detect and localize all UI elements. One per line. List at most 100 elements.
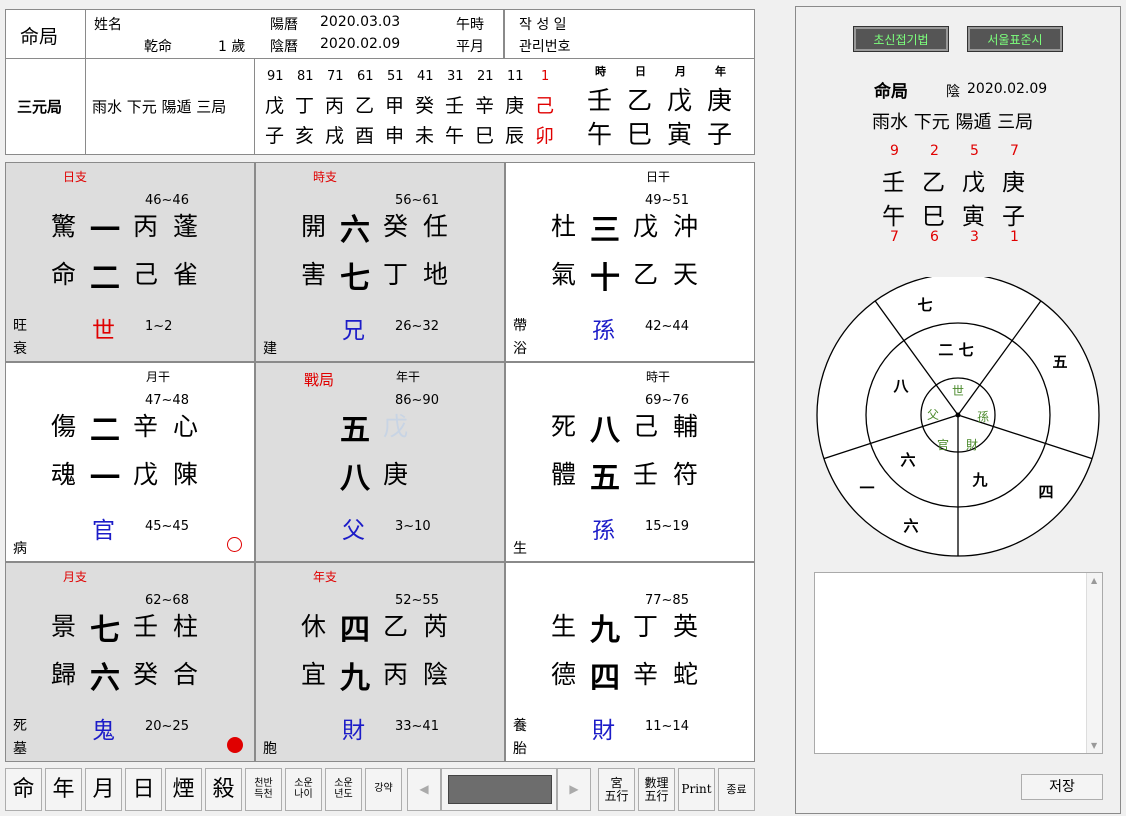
palace-range: 49~51 [645, 193, 689, 208]
palace-state: 帶 [513, 318, 527, 334]
palace-number: 六 [340, 213, 370, 248]
palace-char: 陳 [173, 460, 199, 489]
save-button[interactable]: 저장 [1021, 774, 1103, 800]
toolbar-button[interactable]: 殺 [205, 768, 242, 811]
cycle-number: 21 [477, 69, 494, 84]
panel-top-number: 2 [930, 143, 939, 159]
palace-cell: 日干 49~51 杜三戊沖氣十乙天帶浴 孫 42~44 [505, 162, 755, 362]
palace-char: 己 [133, 260, 159, 289]
toolbar-right-button[interactable]: 數理 五行 [638, 768, 675, 811]
scroll-thumb[interactable] [448, 775, 552, 804]
palace-char: 庚 [383, 460, 409, 489]
panel-lunar-prefix: 陰 [946, 84, 960, 100]
seoul-time-button[interactable]: 서울표준시 [967, 26, 1063, 52]
cycle-branch: 申 [385, 125, 405, 147]
palace-number: 七 [90, 613, 120, 648]
scroll-right-button[interactable]: ▶ [557, 768, 591, 811]
toolbar-small-button[interactable]: 소운 년도 [325, 768, 362, 811]
wheel-inner-text: 世 [952, 384, 964, 398]
palace-number: 七 [340, 261, 370, 296]
palace-char: 景 [51, 612, 77, 641]
cycle-stem: 辛 [475, 95, 495, 117]
wheel-outer-text: 四 [1038, 483, 1053, 501]
cycle-branch: 巳 [475, 125, 495, 147]
memo-textarea[interactable]: ▲ ▼ [814, 572, 1103, 754]
memo-scrollbar[interactable]: ▲ ▼ [1086, 573, 1102, 753]
toolbar-button[interactable]: 日 [125, 768, 162, 811]
palace-tag: 時干 [646, 370, 671, 384]
palace-number: 八 [340, 461, 370, 496]
cycle-branch: 辰 [505, 125, 525, 147]
palace-cell: 月支 62~68 景七壬柱歸六癸合死墓 鬼 20~25 [5, 562, 255, 762]
cycle-stem: 丁 [295, 95, 315, 117]
panel-ju: 雨水 下元 陽遁 三局 [872, 112, 1034, 133]
sanyuan-label: 三元局 [17, 98, 63, 116]
palace-char: 丁 [383, 260, 409, 289]
palace-char: 心 [173, 412, 199, 441]
wheel-mid-text: 八 [892, 377, 909, 395]
cycle-branch: 酉 [355, 125, 375, 147]
meta-box: 작 성 일 관리번호 [504, 9, 755, 59]
palace-range: 46~46 [145, 193, 189, 208]
palace-char: 魂 [51, 460, 77, 489]
wheel-inner-text: 孫 [977, 410, 989, 424]
wheel-mid-text: 二 七 [938, 341, 973, 359]
cycle-branch: 午 [445, 125, 465, 147]
toolbar-button[interactable]: 煙 [165, 768, 202, 811]
pillar-branch: 巳 [627, 120, 653, 149]
age-text: 1 歲 [218, 39, 246, 55]
palace-number: 一 [90, 461, 120, 496]
palace-tag: 月支 [63, 570, 88, 584]
wheel-outer-text: 六 [903, 517, 918, 535]
toolbar-button[interactable]: 命 [5, 768, 42, 811]
palace-warning: 戰局 [304, 371, 335, 389]
lunar-date: 2020.02.09 [320, 36, 401, 52]
toolbar-right-button[interactable]: 宮 五行 [598, 768, 635, 811]
cycle-number: 31 [447, 69, 464, 84]
scroll-left-button[interactable]: ◀ [407, 768, 441, 811]
palace-char: 辛 [633, 660, 659, 689]
pillar-stem: 庚 [707, 86, 733, 115]
palace-range: 77~85 [645, 593, 689, 608]
chosin-button[interactable]: 초신접기법 [853, 26, 949, 52]
toolbar-small-button[interactable]: 강약 [365, 768, 402, 811]
panel-top-number: 7 [1010, 143, 1019, 159]
toolbar-small-button[interactable]: 천반 득천 [245, 768, 282, 811]
sanyuan-value: 雨水 下元 陽遁 三局 [92, 98, 227, 116]
toolbar-small-button[interactable]: 소운 나이 [285, 768, 322, 811]
palace-range: 56~61 [395, 193, 439, 208]
sanyuan-value-box: 雨水 下元 陽遁 三局 [85, 58, 255, 155]
palace-char: 柱 [173, 612, 199, 641]
palace-char: 沖 [673, 212, 699, 241]
palace-relation: 財 [342, 718, 365, 744]
toolbar-right-button[interactable]: 종료 [718, 768, 755, 811]
palace-char: 戊 [633, 212, 659, 241]
panel-branch: 子 [1002, 204, 1025, 230]
palace-number: 六 [90, 661, 120, 696]
palace-char: 氣 [551, 260, 577, 289]
panel-lunar-date: 2020.02.09 [967, 81, 1048, 97]
palace-char: 戊 [133, 460, 159, 489]
solar-date: 2020.03.03 [320, 14, 401, 30]
palace-tag: 時支 [313, 170, 338, 184]
palace-range: 86~90 [395, 393, 439, 408]
wheel-outer-text: 一 [859, 479, 874, 497]
palace-char: 己 [633, 412, 659, 441]
palace-char: 陰 [423, 660, 449, 689]
palace-state: 墓 [13, 741, 27, 757]
palace-number: 五 [340, 413, 370, 448]
pillar-branch: 寅 [667, 120, 693, 149]
palace-number: 九 [590, 613, 620, 648]
cycle-stem: 戊 [265, 95, 285, 117]
palace-state: 胞 [263, 741, 277, 757]
toolbar-right-button[interactable]: Print [678, 768, 715, 811]
palace-cell: 日支 46~46 驚一丙蓬命二己雀旺衰 世 1~2 [5, 162, 255, 362]
palace-age: 45~45 [145, 519, 189, 534]
toolbar-button[interactable]: 月 [85, 768, 122, 811]
panel-bottom-number: 3 [970, 229, 979, 245]
cycle-branch: 卯 [535, 125, 555, 147]
toolbar-button[interactable]: 年 [45, 768, 82, 811]
palace-char: 丙 [133, 212, 159, 241]
scroll-track[interactable] [441, 768, 557, 811]
pillar-head: 時 [595, 65, 606, 78]
